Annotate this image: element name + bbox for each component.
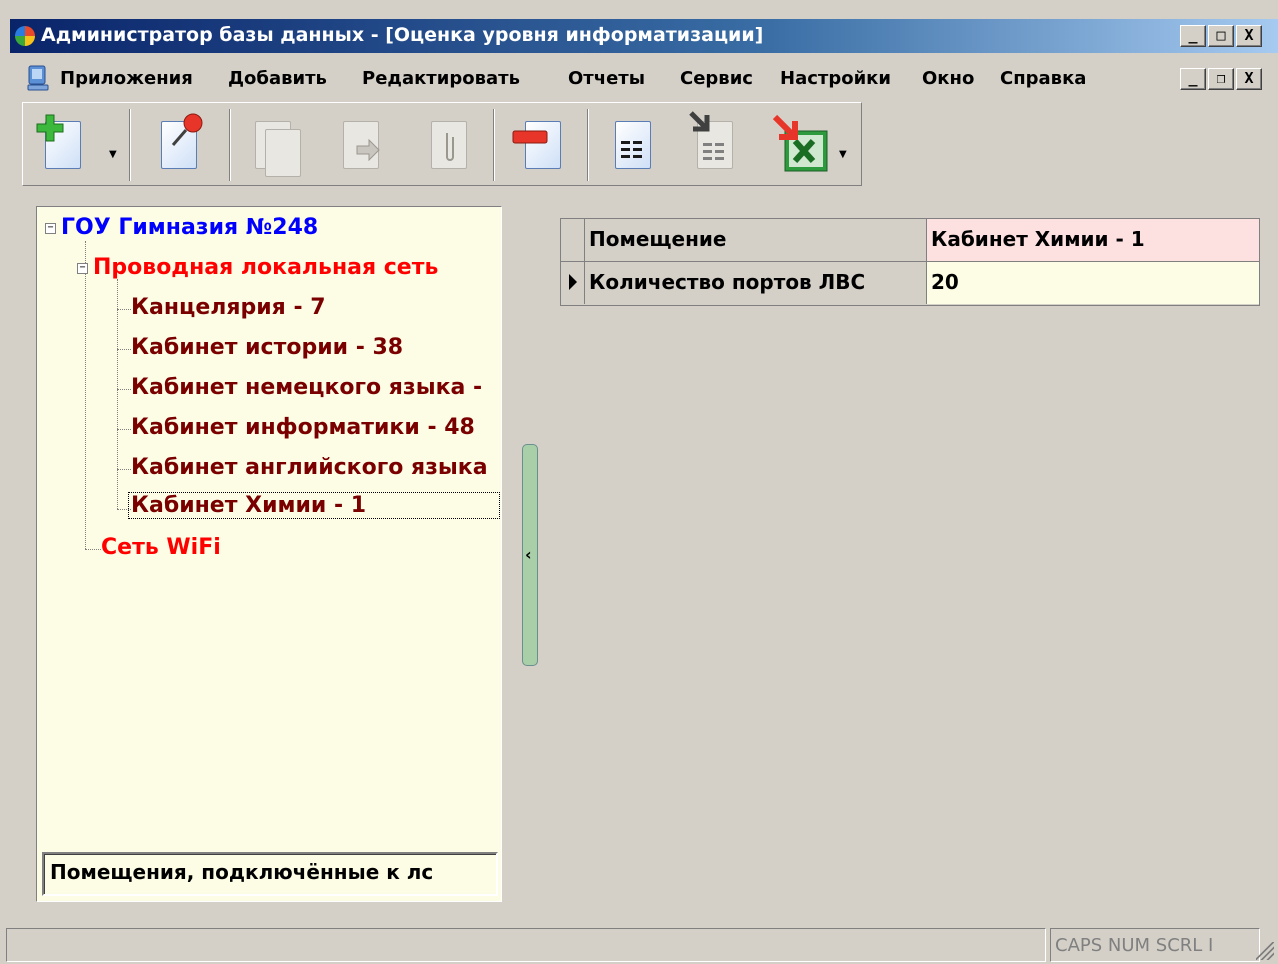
tree-node-room-selected[interactable]: Кабинет Химии - 1: [128, 492, 500, 519]
panel-splitter[interactable]: ‹: [522, 444, 538, 666]
pin-button[interactable]: [147, 111, 207, 179]
grid-row[interactable]: Помещение Кабинет Химии - 1: [561, 219, 1259, 261]
tree-node-room[interactable]: Кабинет английского языка: [131, 455, 488, 480]
title-bar[interactable]: Администратор базы данных - [Оценка уров…: [10, 19, 1278, 53]
tree-node-room[interactable]: Кабинет немецкого языка -: [131, 375, 482, 400]
tree-node-room[interactable]: Кабинет информатики - 48: [131, 415, 475, 440]
app-icon: [15, 26, 35, 46]
property-grid: Помещение Кабинет Химии - 1 Количество п…: [560, 218, 1260, 306]
tree-node-room[interactable]: Канцелярия - 7: [131, 295, 326, 320]
report-button[interactable]: [601, 111, 661, 179]
grid-cell-value[interactable]: Кабинет Химии - 1: [927, 219, 1259, 261]
child-minimize-button[interactable]: _: [1180, 68, 1206, 90]
toolbar: ▼ ▼: [22, 102, 862, 186]
tree-footer-label: Помещения, подключённые к лс: [42, 852, 498, 896]
copy-button[interactable]: [241, 111, 301, 179]
tree-node-root[interactable]: ГОУ Гимназия №248: [61, 215, 318, 240]
status-indicators-panel: CAPS NUM SCRL I: [1050, 928, 1260, 962]
menu-settings[interactable]: Настройки: [780, 68, 891, 89]
excel-export-icon: [773, 115, 828, 172]
current-row-arrow-icon: [569, 274, 577, 290]
keyboard-indicators: CAPS NUM SCRL I: [1055, 935, 1214, 956]
resize-grip-icon[interactable]: [1256, 942, 1274, 960]
add-dropdown-arrow[interactable]: ▼: [109, 149, 117, 160]
menu-help[interactable]: Справка: [1000, 68, 1086, 89]
collapse-chevron-icon[interactable]: ‹: [525, 545, 532, 564]
row-indicator[interactable]: [561, 219, 585, 261]
add-button[interactable]: ▼: [31, 111, 117, 179]
menu-bar: Приложения Добавить Редактировать Отчеты…: [10, 60, 1278, 100]
row-indicator-current[interactable]: [561, 262, 585, 304]
remove-document-icon: [512, 130, 548, 144]
grid-cell-value[interactable]: 20: [927, 262, 1259, 304]
child-close-button[interactable]: X: [1236, 68, 1262, 90]
root-expander[interactable]: −: [45, 223, 56, 234]
excel-export-button[interactable]: ▼: [767, 111, 847, 179]
tree-node-wifi[interactable]: Сеть WiFi: [101, 535, 221, 560]
grid-cell-name[interactable]: Количество портов ЛВС: [585, 262, 927, 304]
grid-cell-name[interactable]: Помещение: [585, 219, 927, 261]
menu-service[interactable]: Сервис: [680, 68, 753, 89]
app-menu-icon[interactable]: [26, 64, 50, 92]
tree-panel: − ГОУ Гимназия №248 − Проводная локальна…: [36, 206, 502, 902]
pin-document-icon: [171, 113, 203, 146]
maximize-button[interactable]: □: [1208, 25, 1234, 47]
grid-row-current[interactable]: Количество портов ЛВС 20: [561, 262, 1259, 304]
minimize-button[interactable]: _: [1180, 25, 1206, 47]
tree-node-room[interactable]: Кабинет истории - 38: [131, 335, 403, 360]
child-restore-button[interactable]: ❐: [1208, 68, 1234, 90]
remove-button[interactable]: [511, 111, 571, 179]
status-message-panel: [6, 928, 1046, 962]
move-button[interactable]: [329, 111, 389, 179]
excel-dropdown-arrow[interactable]: ▼: [839, 149, 847, 160]
menu-add[interactable]: Добавить: [228, 68, 327, 89]
attach-button[interactable]: [417, 111, 477, 179]
status-bar: CAPS NUM SCRL I: [0, 924, 1278, 964]
menu-applications[interactable]: Приложения: [60, 68, 193, 89]
menu-window[interactable]: Окно: [922, 68, 974, 89]
menu-edit[interactable]: Редактировать: [362, 68, 520, 89]
window-title: Администратор базы данных - [Оценка уров…: [41, 24, 764, 46]
add-document-icon: [36, 114, 64, 142]
wired-expander[interactable]: −: [77, 263, 88, 274]
import-report-button[interactable]: [683, 111, 743, 179]
tree-node-wired-network[interactable]: Проводная локальная сеть: [93, 255, 438, 280]
menu-reports[interactable]: Отчеты: [568, 68, 645, 89]
close-button[interactable]: X: [1236, 25, 1262, 47]
